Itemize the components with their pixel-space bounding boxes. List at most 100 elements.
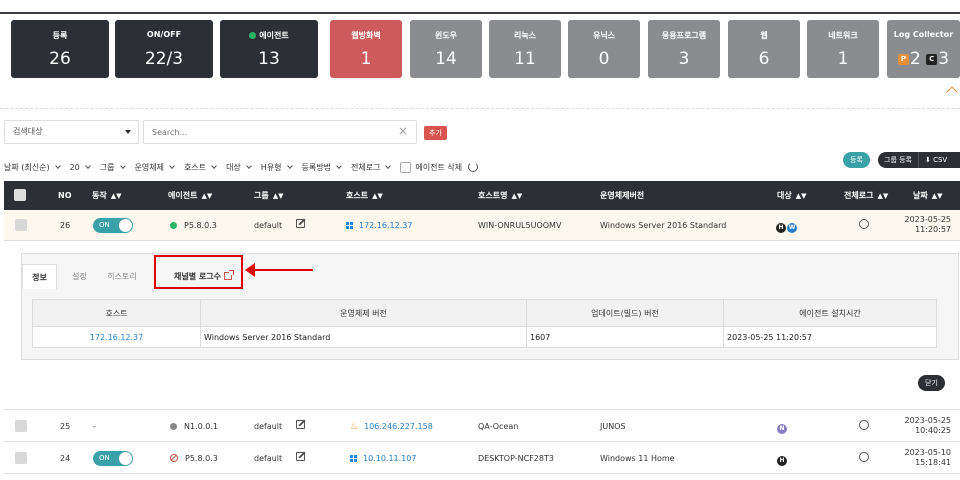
search-input[interactable] — [143, 120, 417, 144]
p-badge-icon: P — [897, 54, 909, 65]
card-label: 에이전트 — [259, 31, 289, 40]
on-off-toggle[interactable]: ON — [93, 451, 133, 466]
build-version: 1607 — [526, 326, 724, 348]
card-agent[interactable]: 에이전트 13 — [220, 20, 318, 78]
on-off-toggle[interactable]: ON — [93, 218, 133, 233]
add-button[interactable]: 추가 — [424, 126, 447, 140]
chevron-down-icon — [336, 163, 342, 169]
date: 2023-05-25 — [904, 215, 952, 224]
select-all-checkbox[interactable] — [14, 189, 26, 201]
all-log-radio[interactable] — [859, 420, 869, 430]
h-target-icon: H — [776, 223, 786, 233]
row-checkbox[interactable] — [15, 219, 27, 231]
table-row[interactable]: 25 - N1.0.0.1 default ♨ 106.246.227.158 Q… — [4, 411, 960, 442]
toggle-none: - — [93, 422, 96, 431]
col-os: 운영체제버전 — [600, 191, 645, 200]
card-web[interactable]: 웹 6 — [728, 20, 800, 78]
filter-group[interactable]: 그룹 — [100, 162, 126, 173]
edit-icon[interactable] — [296, 420, 306, 429]
summary-cards: 등록 26 ON/OFF 22/3 에이전트 13 웹방화벽 1 윈도우 14 … — [11, 20, 960, 78]
card-waf[interactable]: 웹방화벽 1 — [330, 20, 402, 78]
col-action[interactable]: 동작 ▲▼ — [92, 181, 122, 210]
os-version: JUNOS — [600, 422, 626, 431]
chevron-down-icon — [245, 163, 252, 169]
card-log-collector[interactable]: Log Collector P2 C3 — [887, 20, 960, 78]
group-name: default — [254, 422, 283, 431]
col-all-log[interactable]: 전체로그 ▲▼ — [844, 181, 888, 210]
col-group[interactable]: 그룹 ▲▼ — [254, 181, 284, 210]
host-link[interactable]: 10.10.11.107 — [363, 454, 416, 463]
card-label: 윈도우 — [434, 31, 458, 40]
register-button[interactable]: 등록 — [843, 152, 870, 168]
col-host[interactable]: 호스트 ▲▼ — [346, 181, 383, 210]
row-checkbox[interactable] — [15, 452, 27, 464]
csv-download-button[interactable]: ⬇ CSV — [919, 152, 953, 168]
status-dot-icon — [170, 423, 177, 430]
card-label: 유닉스 — [592, 31, 616, 40]
filter-os[interactable]: 운영체제 — [135, 162, 175, 173]
card-value: 14 — [435, 49, 457, 69]
chevron-down-icon — [84, 163, 91, 169]
table-row[interactable]: 26 ON P5.8.0.3 default 172.16.12.37 WIN-… — [4, 210, 960, 241]
col-hostname[interactable]: 호스트명 ▲▼ — [478, 181, 522, 210]
card-value: 1 — [837, 49, 849, 69]
group-name: default — [254, 454, 283, 463]
hostname: DESKTOP-NCF28T3 — [478, 454, 554, 463]
search-target-select[interactable]: 검색대상 — [4, 120, 139, 144]
card-windows[interactable]: 윈도우 14 — [410, 20, 482, 78]
card-linux[interactable]: 리눅스 11 — [489, 20, 561, 78]
all-log-radio[interactable] — [859, 219, 869, 229]
filter-target[interactable]: 대상 — [226, 162, 252, 173]
filter-all-log[interactable]: 전체로그 — [351, 162, 392, 173]
edit-icon[interactable] — [296, 219, 306, 228]
filter-page-size[interactable]: 20 — [70, 163, 91, 172]
th-install-time: 에이전트 설치시간 — [723, 299, 937, 327]
agent-info-table: 호스트 운영체제 버전 업데이트(빌드) 버전 에이전트 설치시간 172.16… — [32, 299, 937, 348]
card-network[interactable]: 네트워크 1 — [807, 20, 879, 78]
hostname: WIN-ONRUL5UOOMV — [478, 221, 562, 230]
divider — [4, 409, 960, 410]
clear-icon[interactable]: × — [398, 124, 408, 138]
close-button[interactable]: 닫기 — [918, 375, 945, 391]
tab-settings[interactable]: 설정 — [62, 264, 97, 289]
row-checkbox[interactable] — [15, 420, 27, 432]
th-build-version: 업데이트(빌드) 버전 — [526, 299, 724, 327]
th-os-version: 운영체제 버전 — [200, 299, 527, 327]
chevron-down-icon — [211, 163, 217, 169]
card-label: 네트워크 — [828, 31, 858, 40]
table-row[interactable]: 24 ON P5.8.0.3 default 10.10.11.107 DESK… — [4, 443, 960, 474]
collapse-chevron-up-icon[interactable] — [946, 86, 958, 98]
tab-info[interactable]: 정보 — [22, 264, 57, 289]
card-on-off[interactable]: ON/OFF 22/3 — [115, 20, 213, 78]
col-target[interactable]: 대상 ▲▼ — [777, 181, 807, 210]
tab-history[interactable]: 히스토리 — [102, 264, 142, 289]
group-register-button[interactable]: 그룹 등록 — [878, 152, 918, 168]
col-date[interactable]: 날짜 ▲▼ — [913, 181, 943, 210]
install-time: 2023-05-25 11:20:57 — [723, 326, 937, 348]
checkbox[interactable] — [400, 161, 412, 173]
all-log-radio[interactable] — [859, 452, 869, 462]
os-version: Windows 11 Home — [600, 454, 675, 463]
col-agent[interactable]: 에이전트 ▲▼ — [168, 181, 212, 210]
filter-host[interactable]: 호스트 — [184, 162, 217, 173]
card-label: 웹 — [760, 31, 768, 40]
filter-h-type[interactable]: H유형 — [261, 162, 293, 173]
edit-icon[interactable] — [296, 452, 306, 461]
card-application[interactable]: 응용프로그램 3 — [648, 20, 720, 78]
windows-icon — [350, 455, 357, 462]
filter-date[interactable]: 날짜 (최신순) — [4, 162, 61, 173]
search-target-value: 검색대상 — [13, 127, 43, 136]
host-link[interactable]: 106.246.227.158 — [364, 422, 433, 431]
card-value: 26 — [49, 49, 71, 69]
filter-register-method[interactable]: 등록방법 — [302, 162, 342, 173]
chevron-down-icon — [119, 163, 126, 169]
w-target-icon: W — [787, 223, 797, 233]
sort-icon: ▲▼ — [372, 192, 383, 200]
host-link[interactable]: 172.16.12.37 — [90, 333, 143, 342]
firewall-icon: ♨ — [350, 422, 359, 432]
refresh-icon[interactable] — [468, 162, 479, 172]
card-registered[interactable]: 등록 26 — [11, 20, 109, 78]
card-unix[interactable]: 유닉스 0 — [568, 20, 640, 78]
host-link[interactable]: 172.16.12.37 — [359, 221, 412, 230]
delete-agent-toggle[interactable]: 에이전트 삭제 — [400, 161, 479, 173]
